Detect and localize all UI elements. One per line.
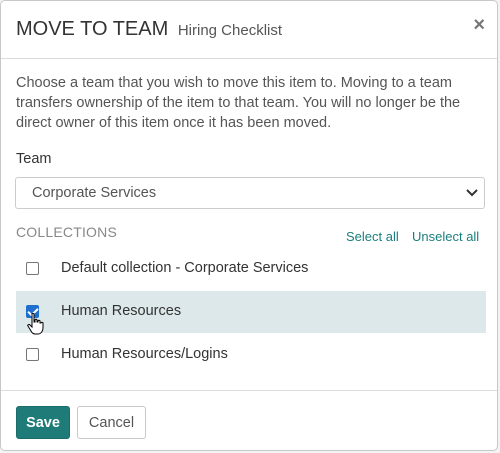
unselect-all-link[interactable]: Unselect all (412, 229, 479, 244)
collection-row-human-resources[interactable]: Human Resources (16, 291, 486, 333)
collection-label: Default collection - Corporate Services (61, 260, 309, 276)
dialog-description: Choose a team that you wish to move this… (16, 75, 461, 131)
dialog-title-text: MOVE TO TEAM (16, 18, 169, 40)
close-icon[interactable]: × (473, 15, 485, 35)
collection-row-human-resources-logins[interactable]: Human Resources/Logins (16, 334, 486, 376)
move-to-team-dialog: MOVE TO TEAM Hiring Checklist × Choose a… (0, 0, 498, 451)
collections-label: COLLECTIONS (16, 224, 117, 240)
select-all-link[interactable]: Select all (346, 229, 399, 244)
dialog-subtitle: Hiring Checklist (177, 22, 283, 39)
dialog-header: MOVE TO TEAM Hiring Checklist × (1, 1, 497, 59)
dialog-footer: Save Cancel (1, 390, 497, 452)
team-label: Team (16, 151, 52, 167)
collection-checkbox[interactable] (26, 348, 39, 361)
hand-pointer-icon (27, 313, 44, 335)
collection-checkbox[interactable] (26, 262, 39, 275)
save-button[interactable]: Save (16, 406, 70, 439)
team-select[interactable]: Corporate Services (15, 177, 485, 209)
collection-label: Human Resources/Logins (61, 346, 228, 362)
cancel-button[interactable]: Cancel (77, 406, 146, 439)
dialog-title: MOVE TO TEAM Hiring Checklist (16, 18, 282, 41)
collection-label: Human Resources (61, 303, 182, 319)
team-select-value: Corporate Services (32, 185, 157, 201)
collection-row-default[interactable]: Default collection - Corporate Services (16, 248, 486, 290)
chevron-down-icon (466, 189, 478, 197)
